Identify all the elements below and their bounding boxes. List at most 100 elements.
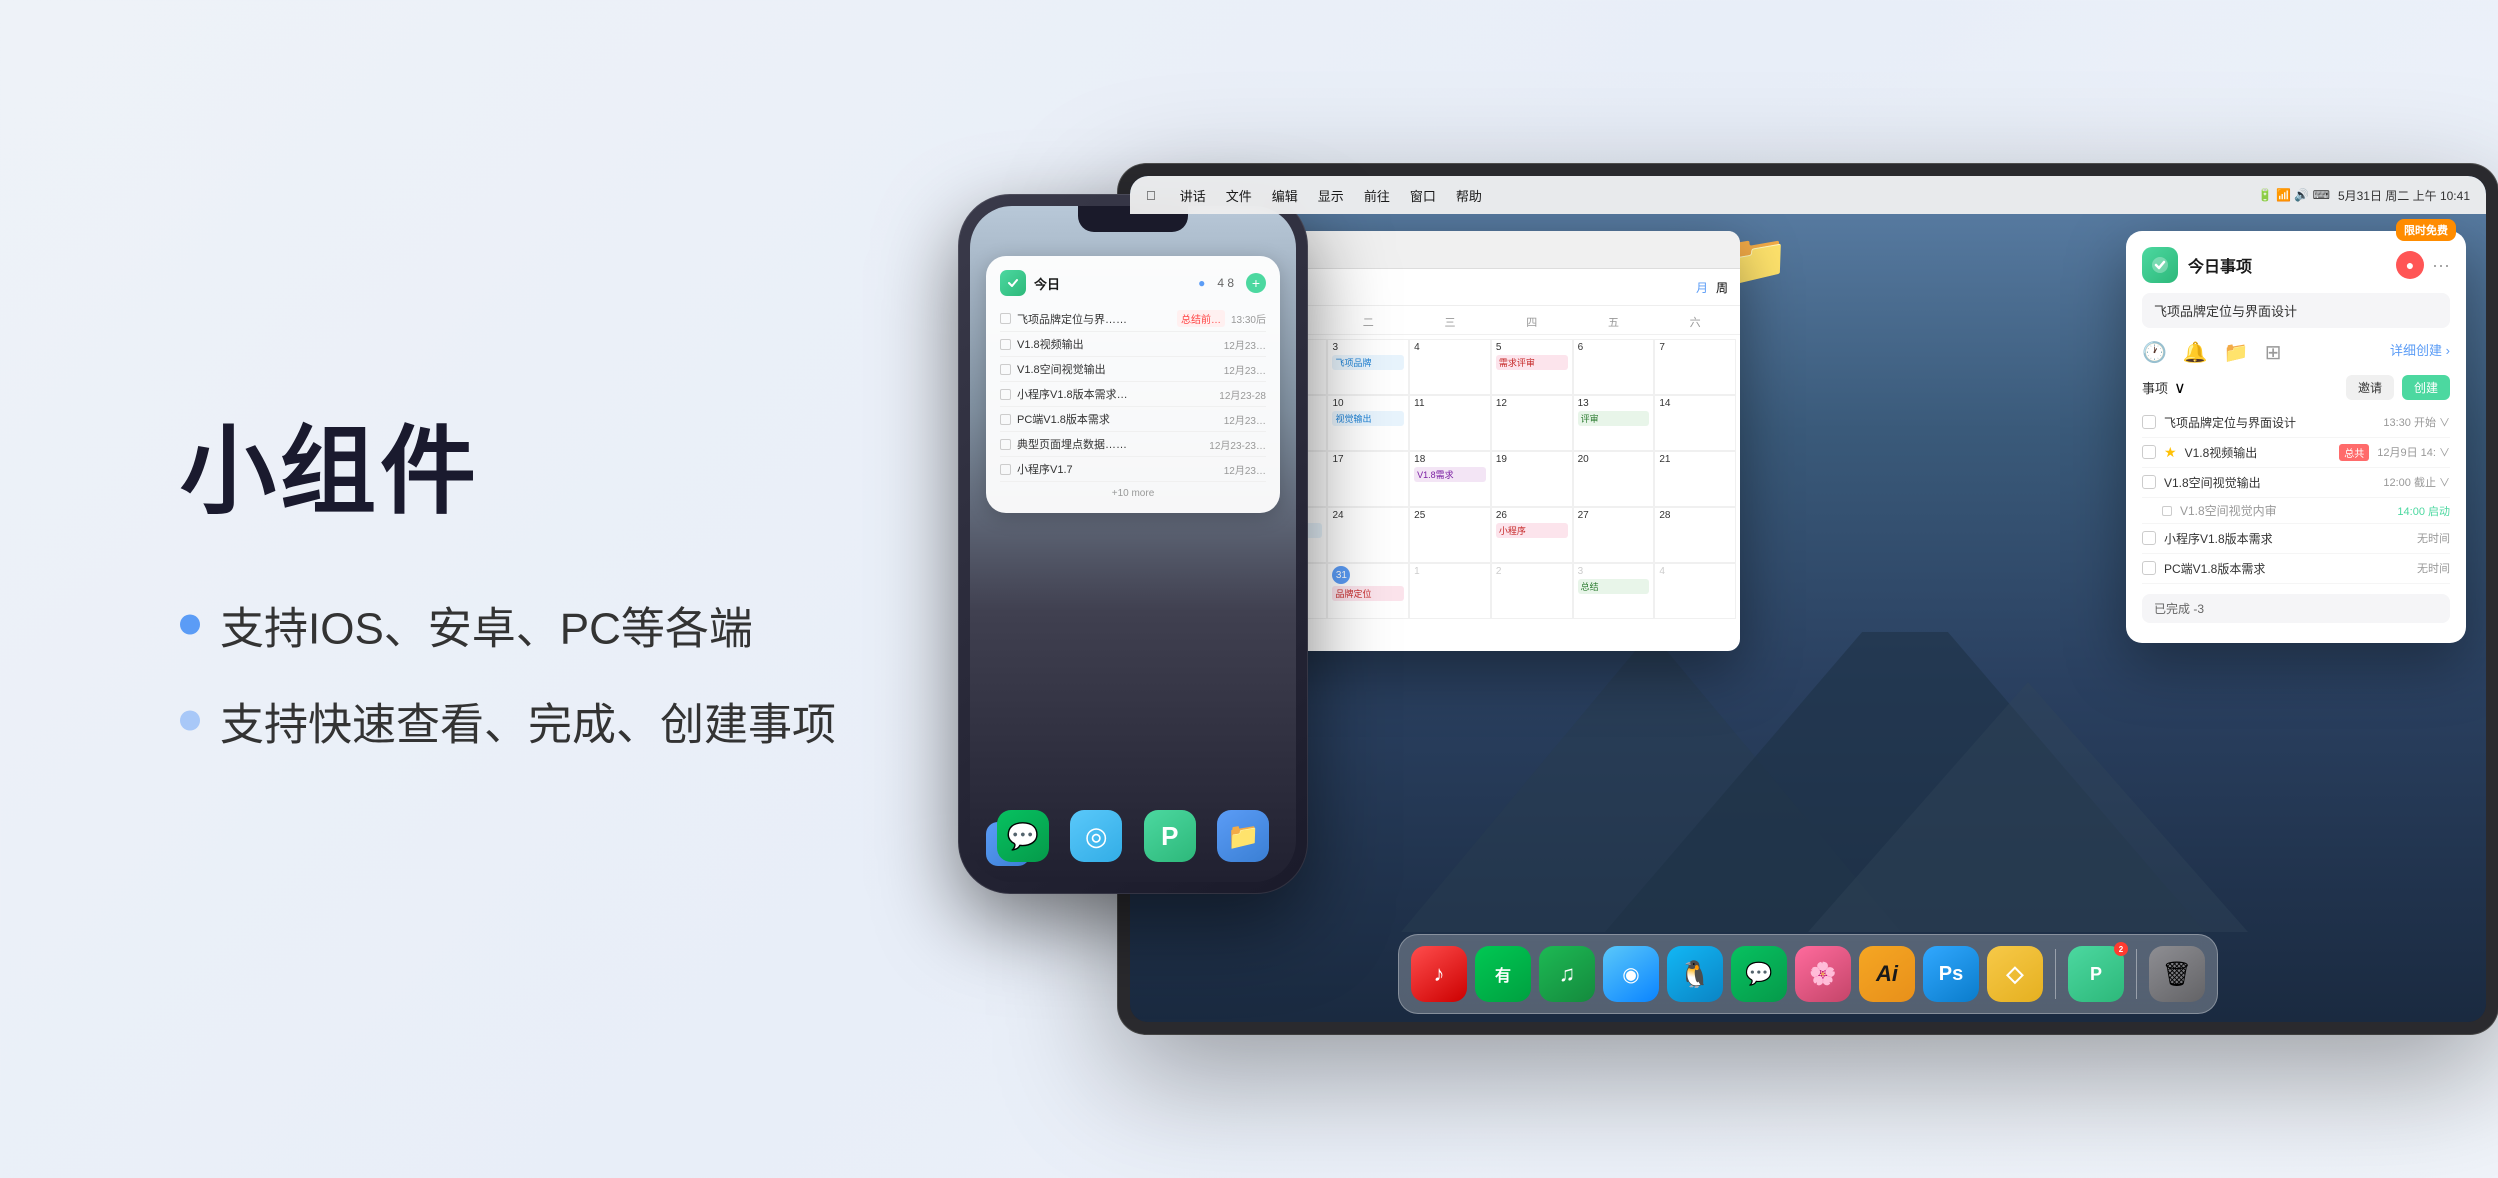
ios-check-5[interactable]: [1000, 414, 1011, 425]
cal-view-week[interactable]: 周: [1716, 279, 1728, 296]
ios-more-label[interactable]: +10 more: [1000, 488, 1266, 499]
cal-cell[interactable]: 11: [1409, 395, 1491, 451]
ios-task-7: 小程序V1.7 12月23…: [1000, 457, 1266, 482]
today-widget-title: 今日事项: [2188, 253, 2252, 277]
task-checkbox-4[interactable]: [2142, 531, 2156, 545]
task-input-display[interactable]: 飞项品牌定位与界面设计: [2142, 293, 2450, 328]
sub-task-checkbox[interactable]: [2162, 506, 2172, 516]
task-name-4: 小程序V1.8版本需求: [2164, 530, 2409, 547]
cal-cell[interactable]: 1: [1409, 563, 1491, 619]
menu-go[interactable]: 前往: [1364, 186, 1390, 205]
dock-icon-ai[interactable]: Ai: [1859, 946, 1915, 1002]
cal-cell[interactable]: 14: [1654, 395, 1736, 451]
cal-cell[interactable]: 10视觉输出: [1327, 395, 1409, 451]
grid-icon[interactable]: ⊞: [2265, 340, 2282, 365]
ios-check-3[interactable]: [1000, 364, 1011, 375]
folder-icon-action[interactable]: 📁: [2224, 340, 2249, 365]
dock-icon-feifei[interactable]: P 2: [2068, 946, 2124, 1002]
ios-check-6[interactable]: [1000, 439, 1011, 450]
section-divider: 事项 ∨ 邀请 创建: [2126, 375, 2466, 400]
ios-task-name-5: PC端V1.8版本需求: [1017, 411, 1218, 427]
today-app-icon: [2142, 247, 2178, 283]
dock-icon-gallery[interactable]: 🌸: [1795, 946, 1851, 1002]
task-item-3: V1.8空间视觉输出 12:00 截止 ∨: [2142, 468, 2450, 498]
task-name-1: 飞项品牌定位与界面设计: [2164, 414, 2375, 431]
dock-icon-spotify[interactable]: ♫: [1539, 946, 1595, 1002]
cal-cell[interactable]: 18V1.8需求: [1409, 451, 1491, 507]
dock-icon-trash[interactable]: 🗑: [2149, 946, 2205, 1002]
dock-icon-ps[interactable]: Ps: [1923, 946, 1979, 1002]
cal-cell[interactable]: 4: [1409, 339, 1491, 395]
task-name-2: V1.8视频输出: [2185, 444, 2332, 461]
cal-cell[interactable]: 24: [1327, 507, 1409, 563]
invite-button[interactable]: 邀请: [2346, 375, 2394, 400]
menu-edit[interactable]: 编辑: [1272, 186, 1298, 205]
cal-cell[interactable]: 28: [1654, 507, 1736, 563]
cal-cell[interactable]: 6: [1573, 339, 1655, 395]
cal-day-fri: 五: [1573, 310, 1655, 334]
bell-icon[interactable]: 🔔: [2183, 340, 2208, 365]
menu-view[interactable]: 显示: [1318, 186, 1344, 205]
cal-cell[interactable]: 21: [1654, 451, 1736, 507]
cal-cell[interactable]: 26小程序: [1491, 507, 1573, 563]
dock-icon-qq[interactable]: 🐧: [1667, 946, 1723, 1002]
iphone-icon-wechat[interactable]: 💬: [997, 810, 1049, 862]
apple-icon: : [1146, 188, 1156, 203]
task-checkbox-3[interactable]: [2142, 475, 2156, 489]
completed-section[interactable]: 已完成 -3: [2142, 594, 2450, 623]
dock-icon-youdao[interactable]: 有: [1475, 946, 1531, 1002]
ios-tag-overdue-1: 总结前…: [1177, 310, 1225, 327]
task-checkbox-5[interactable]: [2142, 561, 2156, 575]
ios-check-7[interactable]: [1000, 464, 1011, 475]
task-checkbox-1[interactable]: [2142, 415, 2156, 429]
dock-icon-music[interactable]: ♪: [1411, 946, 1467, 1002]
today-widget-badge: 限时免费: [2396, 219, 2456, 241]
cal-cell[interactable]: 13评审: [1573, 395, 1655, 451]
cal-cell[interactable]: 31品牌定位: [1327, 563, 1409, 619]
cal-day-sat: 六: [1654, 310, 1736, 334]
cal-cell[interactable]: 3总结: [1573, 563, 1655, 619]
ios-check-1[interactable]: [1000, 313, 1011, 324]
ios-add-icon[interactable]: +: [1246, 273, 1266, 293]
cal-cell[interactable]: 12: [1491, 395, 1573, 451]
iphone-icon-feifei[interactable]: P: [1144, 810, 1196, 862]
dock-badge: 2: [2114, 942, 2128, 956]
today-more-menu[interactable]: ···: [2432, 255, 2450, 276]
menu-file[interactable]: 文件: [1226, 186, 1252, 205]
menu-speech[interactable]: 讲话: [1180, 186, 1206, 205]
dock-icon-sketch[interactable]: ◇: [1987, 946, 2043, 1002]
cal-cell[interactable]: 17: [1327, 451, 1409, 507]
cal-view-month[interactable]: 月: [1696, 279, 1708, 296]
section-label-group: 事项 ∨: [2142, 378, 2186, 398]
iphone-icon-files[interactable]: 📁: [1217, 810, 1269, 862]
task-checkbox-2[interactable]: [2142, 445, 2156, 459]
menu-help[interactable]: 帮助: [1456, 186, 1482, 205]
cal-cell[interactable]: 27: [1573, 507, 1655, 563]
feature-item-2: 支持快速查看、完成、创建事项: [180, 689, 836, 753]
cal-cell[interactable]: 3飞项品牌: [1327, 339, 1409, 395]
cal-cell[interactable]: 7: [1654, 339, 1736, 395]
dock-icon-wechat[interactable]: 💬: [1731, 946, 1787, 1002]
dock-icon-browser[interactable]: ◉: [1603, 946, 1659, 1002]
detail-create-btn[interactable]: 详细创建 ›: [2390, 340, 2450, 365]
sub-task-item: V1.8空间视觉内审 14:00 启动: [2142, 498, 2450, 524]
cal-day-wed: 三: [1409, 310, 1491, 334]
mac-screen-inner:  讲话 文件 编辑 显示 前往 窗口 帮助 🔋 📶 🔊 ⌨: [1130, 176, 2486, 1022]
clock-icon[interactable]: 🕐: [2142, 340, 2167, 365]
mac-screen-outer:  讲话 文件 编辑 显示 前往 窗口 帮助 🔋 📶 🔊 ⌨: [1118, 164, 2498, 1034]
cal-cell[interactable]: 5需求评审: [1491, 339, 1573, 395]
create-button[interactable]: 创建: [2402, 375, 2450, 400]
ios-check-2[interactable]: [1000, 339, 1011, 350]
dock-separator-2: [2136, 949, 2137, 999]
cal-cell[interactable]: 4: [1654, 563, 1736, 619]
cal-cell[interactable]: 2: [1491, 563, 1573, 619]
ios-task-2: V1.8视频输出 12月23…: [1000, 332, 1266, 357]
cal-cell[interactable]: 19: [1491, 451, 1573, 507]
task-time-3: 12:00 截止 ∨: [2383, 474, 2450, 490]
menu-window[interactable]: 窗口: [1410, 186, 1436, 205]
ios-check-4[interactable]: [1000, 389, 1011, 400]
cal-cell[interactable]: 25: [1409, 507, 1491, 563]
iphone-icon-safari[interactable]: ◎: [1070, 810, 1122, 862]
task-list: 飞项品牌定位与界面设计 13:30 开始 ∨ ★ V1.8视频输出 总共 12月: [2126, 408, 2466, 584]
cal-cell[interactable]: 20: [1573, 451, 1655, 507]
